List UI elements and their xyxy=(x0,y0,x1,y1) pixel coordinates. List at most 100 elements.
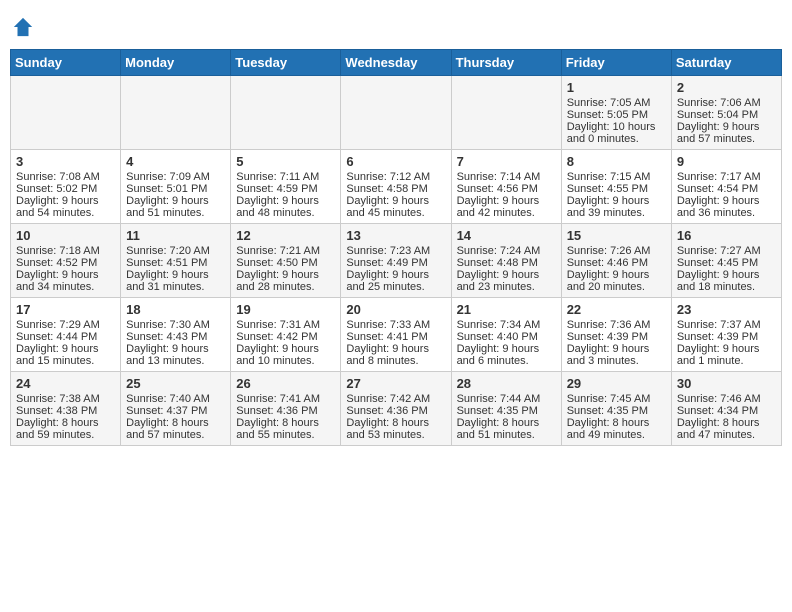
day-info: Daylight: 8 hours xyxy=(16,417,115,429)
day-info: and 1 minute. xyxy=(677,355,776,367)
day-info: Daylight: 9 hours xyxy=(457,195,556,207)
calendar-cell: 19Sunrise: 7:31 AMSunset: 4:42 PMDayligh… xyxy=(231,297,341,371)
day-info: Sunrise: 7:21 AM xyxy=(236,245,335,257)
day-info: and 15 minutes. xyxy=(16,355,115,367)
day-info: and 39 minutes. xyxy=(567,207,666,219)
day-number: 7 xyxy=(457,154,556,169)
calendar-cell: 10Sunrise: 7:18 AMSunset: 4:52 PMDayligh… xyxy=(11,223,121,297)
calendar-table: SundayMondayTuesdayWednesdayThursdayFrid… xyxy=(10,49,782,446)
day-info: Sunset: 5:04 PM xyxy=(677,109,776,121)
day-info: Sunset: 4:35 PM xyxy=(457,405,556,417)
calendar-week-row: 10Sunrise: 7:18 AMSunset: 4:52 PMDayligh… xyxy=(11,223,782,297)
calendar-cell: 11Sunrise: 7:20 AMSunset: 4:51 PMDayligh… xyxy=(121,223,231,297)
day-info: Daylight: 9 hours xyxy=(677,343,776,355)
day-info: Sunset: 4:38 PM xyxy=(16,405,115,417)
day-info: and 42 minutes. xyxy=(457,207,556,219)
day-info: Daylight: 9 hours xyxy=(677,195,776,207)
day-number: 28 xyxy=(457,376,556,391)
calendar-week-row: 17Sunrise: 7:29 AMSunset: 4:44 PMDayligh… xyxy=(11,297,782,371)
day-info: and 36 minutes. xyxy=(677,207,776,219)
day-info: and 3 minutes. xyxy=(567,355,666,367)
day-info: Sunset: 4:46 PM xyxy=(567,257,666,269)
day-number: 25 xyxy=(126,376,225,391)
day-number: 1 xyxy=(567,80,666,95)
weekday-header: Sunday xyxy=(11,49,121,75)
day-info: Sunrise: 7:29 AM xyxy=(16,319,115,331)
calendar-cell: 28Sunrise: 7:44 AMSunset: 4:35 PMDayligh… xyxy=(451,371,561,445)
day-number: 14 xyxy=(457,228,556,243)
day-info: Daylight: 9 hours xyxy=(346,195,445,207)
day-info: Sunset: 4:37 PM xyxy=(126,405,225,417)
day-info: and 54 minutes. xyxy=(16,207,115,219)
day-number: 20 xyxy=(346,302,445,317)
day-info: Daylight: 9 hours xyxy=(457,269,556,281)
day-info: Sunrise: 7:20 AM xyxy=(126,245,225,257)
day-info: Daylight: 10 hours xyxy=(567,121,666,133)
day-info: and 10 minutes. xyxy=(236,355,335,367)
day-info: Daylight: 9 hours xyxy=(16,269,115,281)
calendar-cell: 22Sunrise: 7:36 AMSunset: 4:39 PMDayligh… xyxy=(561,297,671,371)
day-info: Daylight: 9 hours xyxy=(16,343,115,355)
day-info: Daylight: 9 hours xyxy=(126,195,225,207)
day-number: 27 xyxy=(346,376,445,391)
day-info: Sunrise: 7:46 AM xyxy=(677,393,776,405)
calendar-cell: 5Sunrise: 7:11 AMSunset: 4:59 PMDaylight… xyxy=(231,149,341,223)
day-info: Sunset: 4:58 PM xyxy=(346,183,445,195)
day-info: and 34 minutes. xyxy=(16,281,115,293)
day-number: 13 xyxy=(346,228,445,243)
day-info: Sunrise: 7:09 AM xyxy=(126,171,225,183)
weekday-header: Thursday xyxy=(451,49,561,75)
day-number: 23 xyxy=(677,302,776,317)
calendar-cell: 18Sunrise: 7:30 AMSunset: 4:43 PMDayligh… xyxy=(121,297,231,371)
day-info: Sunset: 4:50 PM xyxy=(236,257,335,269)
logo xyxy=(10,16,34,43)
day-info: Sunrise: 7:11 AM xyxy=(236,171,335,183)
day-number: 5 xyxy=(236,154,335,169)
day-info: Sunrise: 7:31 AM xyxy=(236,319,335,331)
day-info: Sunrise: 7:44 AM xyxy=(457,393,556,405)
day-info: Sunset: 4:56 PM xyxy=(457,183,556,195)
calendar-cell: 12Sunrise: 7:21 AMSunset: 4:50 PMDayligh… xyxy=(231,223,341,297)
calendar-cell: 7Sunrise: 7:14 AMSunset: 4:56 PMDaylight… xyxy=(451,149,561,223)
calendar-cell xyxy=(11,75,121,149)
calendar-cell: 20Sunrise: 7:33 AMSunset: 4:41 PMDayligh… xyxy=(341,297,451,371)
day-info: Sunset: 4:45 PM xyxy=(677,257,776,269)
day-number: 10 xyxy=(16,228,115,243)
day-info: and 59 minutes. xyxy=(16,429,115,441)
day-info: Sunset: 4:43 PM xyxy=(126,331,225,343)
day-info: Sunrise: 7:27 AM xyxy=(677,245,776,257)
day-info: and 0 minutes. xyxy=(567,133,666,145)
day-number: 21 xyxy=(457,302,556,317)
day-info: and 57 minutes. xyxy=(126,429,225,441)
day-info: Sunrise: 7:18 AM xyxy=(16,245,115,257)
calendar-cell: 23Sunrise: 7:37 AMSunset: 4:39 PMDayligh… xyxy=(671,297,781,371)
day-info: and 49 minutes. xyxy=(567,429,666,441)
day-info: and 18 minutes. xyxy=(677,281,776,293)
day-number: 3 xyxy=(16,154,115,169)
day-number: 9 xyxy=(677,154,776,169)
logo-icon xyxy=(12,16,34,38)
day-info: Daylight: 9 hours xyxy=(677,269,776,281)
day-info: Sunset: 4:35 PM xyxy=(567,405,666,417)
day-info: Daylight: 8 hours xyxy=(126,417,225,429)
day-info: Sunset: 4:39 PM xyxy=(677,331,776,343)
day-info: and 53 minutes. xyxy=(346,429,445,441)
day-number: 19 xyxy=(236,302,335,317)
day-number: 29 xyxy=(567,376,666,391)
day-info: Sunset: 4:54 PM xyxy=(677,183,776,195)
calendar-header-row: SundayMondayTuesdayWednesdayThursdayFrid… xyxy=(11,49,782,75)
calendar-cell: 3Sunrise: 7:08 AMSunset: 5:02 PMDaylight… xyxy=(11,149,121,223)
day-info: Daylight: 9 hours xyxy=(346,343,445,355)
day-info: Sunset: 4:48 PM xyxy=(457,257,556,269)
day-number: 24 xyxy=(16,376,115,391)
day-info: Sunrise: 7:06 AM xyxy=(677,97,776,109)
weekday-header: Friday xyxy=(561,49,671,75)
day-number: 18 xyxy=(126,302,225,317)
day-info: Sunrise: 7:36 AM xyxy=(567,319,666,331)
calendar-cell: 13Sunrise: 7:23 AMSunset: 4:49 PMDayligh… xyxy=(341,223,451,297)
calendar-cell: 26Sunrise: 7:41 AMSunset: 4:36 PMDayligh… xyxy=(231,371,341,445)
day-info: and 28 minutes. xyxy=(236,281,335,293)
day-info: Sunrise: 7:40 AM xyxy=(126,393,225,405)
day-info: Daylight: 8 hours xyxy=(677,417,776,429)
day-info: Sunset: 4:51 PM xyxy=(126,257,225,269)
